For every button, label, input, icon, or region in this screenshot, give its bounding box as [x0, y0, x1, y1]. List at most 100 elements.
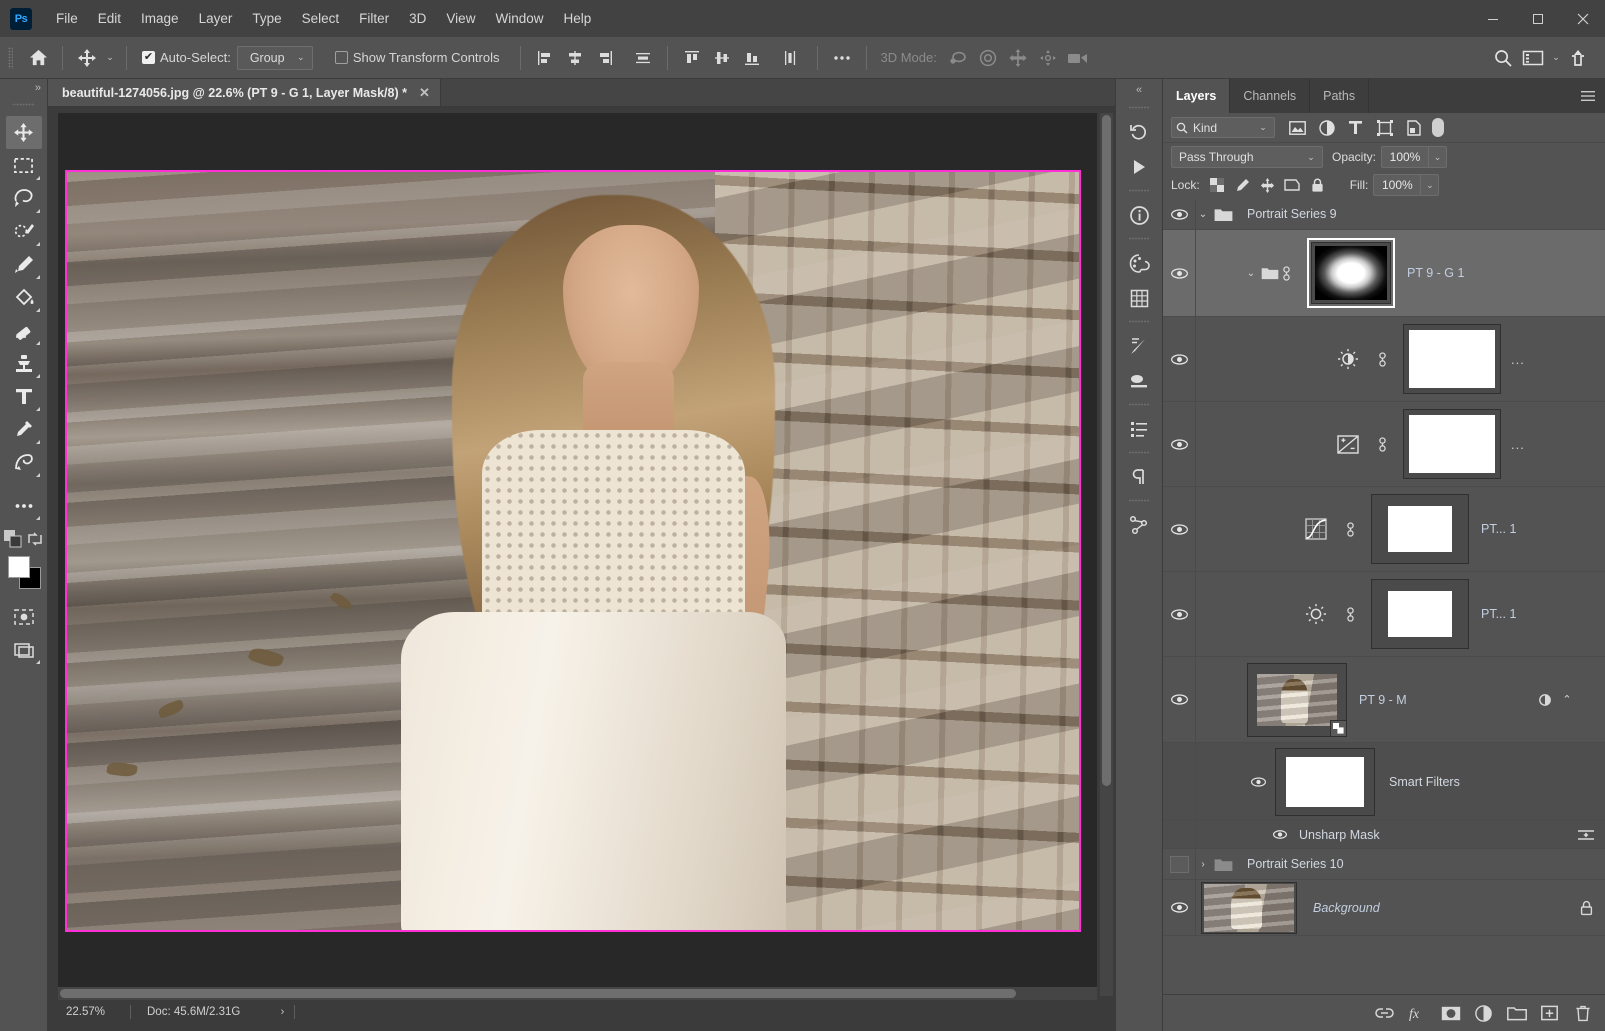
- menu-filter[interactable]: Filter: [349, 7, 399, 30]
- paragraph-icon[interactable]: [1122, 460, 1156, 494]
- canvas-viewport[interactable]: [58, 113, 1097, 996]
- edit-toolbar-tool[interactable]: [6, 489, 42, 522]
- exposure-icon[interactable]: [1335, 435, 1361, 454]
- dock-grip[interactable]: [1129, 233, 1149, 244]
- group-expand-chevron-icon[interactable]: ⌄: [1195, 209, 1211, 220]
- layer-mask-thumbnail[interactable]: [1403, 324, 1501, 394]
- info-icon[interactable]: [1122, 198, 1156, 232]
- chevron-down-icon[interactable]: ⌄: [1428, 147, 1446, 167]
- fill-field[interactable]: 100% ⌄: [1373, 174, 1439, 196]
- foreground-color-swatch[interactable]: [8, 556, 30, 578]
- visibility-toggle[interactable]: [1245, 777, 1271, 787]
- path-nodes-icon[interactable]: [1122, 508, 1156, 542]
- layer-row-unsharp-mask[interactable]: Unsharp Mask: [1163, 821, 1605, 849]
- actions-play-icon[interactable]: [1122, 150, 1156, 184]
- link-layers-icon[interactable]: [1368, 998, 1401, 1028]
- smart-object-filter-icon[interactable]: [1399, 116, 1428, 140]
- menu-view[interactable]: View: [436, 7, 485, 30]
- layer-mask-thumbnail[interactable]: [1403, 409, 1501, 479]
- align-left-edges-icon[interactable]: [530, 43, 560, 73]
- layer-name[interactable]: Unsharp Mask: [1299, 828, 1380, 842]
- layer-name[interactable]: PT... 1: [1481, 607, 1516, 621]
- layer-mask-thumbnail[interactable]: [1371, 494, 1469, 564]
- workspace-icon[interactable]: [1518, 43, 1548, 73]
- lock-transparency-icon[interactable]: [1205, 174, 1230, 196]
- show-transform-checkbox[interactable]: [335, 51, 348, 64]
- 3d-roll-icon[interactable]: [973, 43, 1003, 73]
- visibility-toggle[interactable]: [1267, 830, 1293, 839]
- default-colors-icon[interactable]: [4, 530, 22, 548]
- layer-row-portrait-series-9[interactable]: ⌄ Portrait Series 9: [1163, 199, 1605, 230]
- lock-image-icon[interactable]: [1230, 174, 1255, 196]
- brush-tool[interactable]: [6, 248, 42, 281]
- group-expand-chevron-icon[interactable]: ⌄: [1243, 268, 1259, 279]
- visibility-toggle[interactable]: [1163, 856, 1195, 873]
- smart-filter-mask-thumbnail[interactable]: [1275, 748, 1375, 816]
- align-right-edges-icon[interactable]: [590, 43, 620, 73]
- lasso-tool[interactable]: [6, 182, 42, 215]
- quick-selection-tool[interactable]: [6, 215, 42, 248]
- workspace-chevron-icon[interactable]: ⌄: [1549, 52, 1563, 63]
- close-button[interactable]: [1560, 0, 1605, 37]
- layer-name[interactable]: Portrait Series 10: [1247, 857, 1344, 871]
- paint-bucket-tool[interactable]: [6, 281, 42, 314]
- smart-filter-indicator-icon[interactable]: [1537, 692, 1553, 708]
- menu-window[interactable]: Window: [485, 7, 553, 30]
- filter-options-icon[interactable]: [1577, 828, 1595, 842]
- auto-select-checkbox[interactable]: [142, 51, 155, 64]
- new-group-icon[interactable]: [1500, 998, 1533, 1028]
- layer-name[interactable]: PT 9 - M: [1359, 693, 1407, 707]
- tool-preset-caret-icon[interactable]: ⌄: [103, 52, 117, 63]
- color-swatches-icon[interactable]: [1122, 246, 1156, 280]
- menu-type[interactable]: Type: [242, 7, 291, 30]
- adjustments-icon[interactable]: [1122, 329, 1156, 363]
- layer-row-exposure[interactable]: ...: [1163, 402, 1605, 487]
- link-mask-icon[interactable]: [1377, 351, 1397, 368]
- menu-edit[interactable]: Edit: [88, 7, 131, 30]
- layer-row-smart-filters[interactable]: Smart Filters: [1163, 743, 1605, 821]
- more-align-options-icon[interactable]: [827, 43, 857, 73]
- visibility-toggle[interactable]: [1163, 524, 1195, 535]
- 3d-slide-icon[interactable]: [1033, 43, 1063, 73]
- pixel-filter-icon[interactable]: [1283, 116, 1312, 140]
- options-bar-grip[interactable]: [8, 47, 13, 69]
- layer-list[interactable]: ⌄ Portrait Series 9 ⌄: [1163, 199, 1605, 994]
- toolbar-grip[interactable]: [12, 97, 35, 111]
- tab-paths[interactable]: Paths: [1310, 79, 1369, 113]
- move-tool[interactable]: [6, 116, 42, 149]
- canvas-vertical-scrollbar[interactable]: [1100, 113, 1113, 996]
- layer-row-brightness-2[interactable]: PT... 1: [1163, 572, 1605, 657]
- history-icon[interactable]: [1122, 115, 1156, 149]
- home-icon[interactable]: [23, 43, 53, 73]
- layer-name[interactable]: PT... 1: [1481, 522, 1516, 536]
- brush-presets-icon[interactable]: [1122, 364, 1156, 398]
- layer-row-background[interactable]: Background: [1163, 880, 1605, 936]
- align-horizontal-centers-icon[interactable]: [560, 43, 590, 73]
- clone-stamp-tool[interactable]: [6, 347, 42, 380]
- type-filter-icon[interactable]: [1341, 116, 1370, 140]
- blend-mode-select[interactable]: Pass Through ⌄: [1171, 146, 1323, 168]
- tab-layers[interactable]: Layers: [1163, 79, 1230, 113]
- layer-row-pt-9-g-1[interactable]: ⌄ PT 9 - G 1: [1163, 230, 1605, 317]
- type-tool[interactable]: [6, 380, 42, 413]
- eyedropper-tool[interactable]: [6, 413, 42, 446]
- close-icon[interactable]: ✕: [419, 85, 430, 101]
- menu-layer[interactable]: Layer: [189, 7, 243, 30]
- layer-name[interactable]: Portrait Series 9: [1247, 207, 1337, 221]
- layer-row-brightness-contrast[interactable]: ...: [1163, 317, 1605, 402]
- auto-select-scope-dropdown[interactable]: Group ⌄: [237, 46, 313, 70]
- layer-thumbnail[interactable]: [1247, 663, 1347, 737]
- new-adjustment-icon[interactable]: [1467, 998, 1500, 1028]
- move-tool-icon[interactable]: [72, 43, 102, 73]
- zoom-level[interactable]: 22.57%: [58, 1006, 130, 1018]
- search-icon[interactable]: [1488, 43, 1518, 73]
- filter-enable-toggle[interactable]: [1432, 118, 1444, 137]
- chevron-down-icon[interactable]: ⌄: [1420, 175, 1438, 195]
- quick-mask-tool[interactable]: [6, 600, 42, 633]
- dock-grip[interactable]: [1129, 447, 1149, 458]
- align-top-edges-icon[interactable]: [677, 43, 707, 73]
- layer-mask-thumbnail[interactable]: [1371, 579, 1469, 649]
- layer-style-fx-icon[interactable]: fx: [1401, 998, 1434, 1028]
- visibility-toggle[interactable]: [1163, 209, 1195, 220]
- delete-layer-icon[interactable]: [1566, 998, 1599, 1028]
